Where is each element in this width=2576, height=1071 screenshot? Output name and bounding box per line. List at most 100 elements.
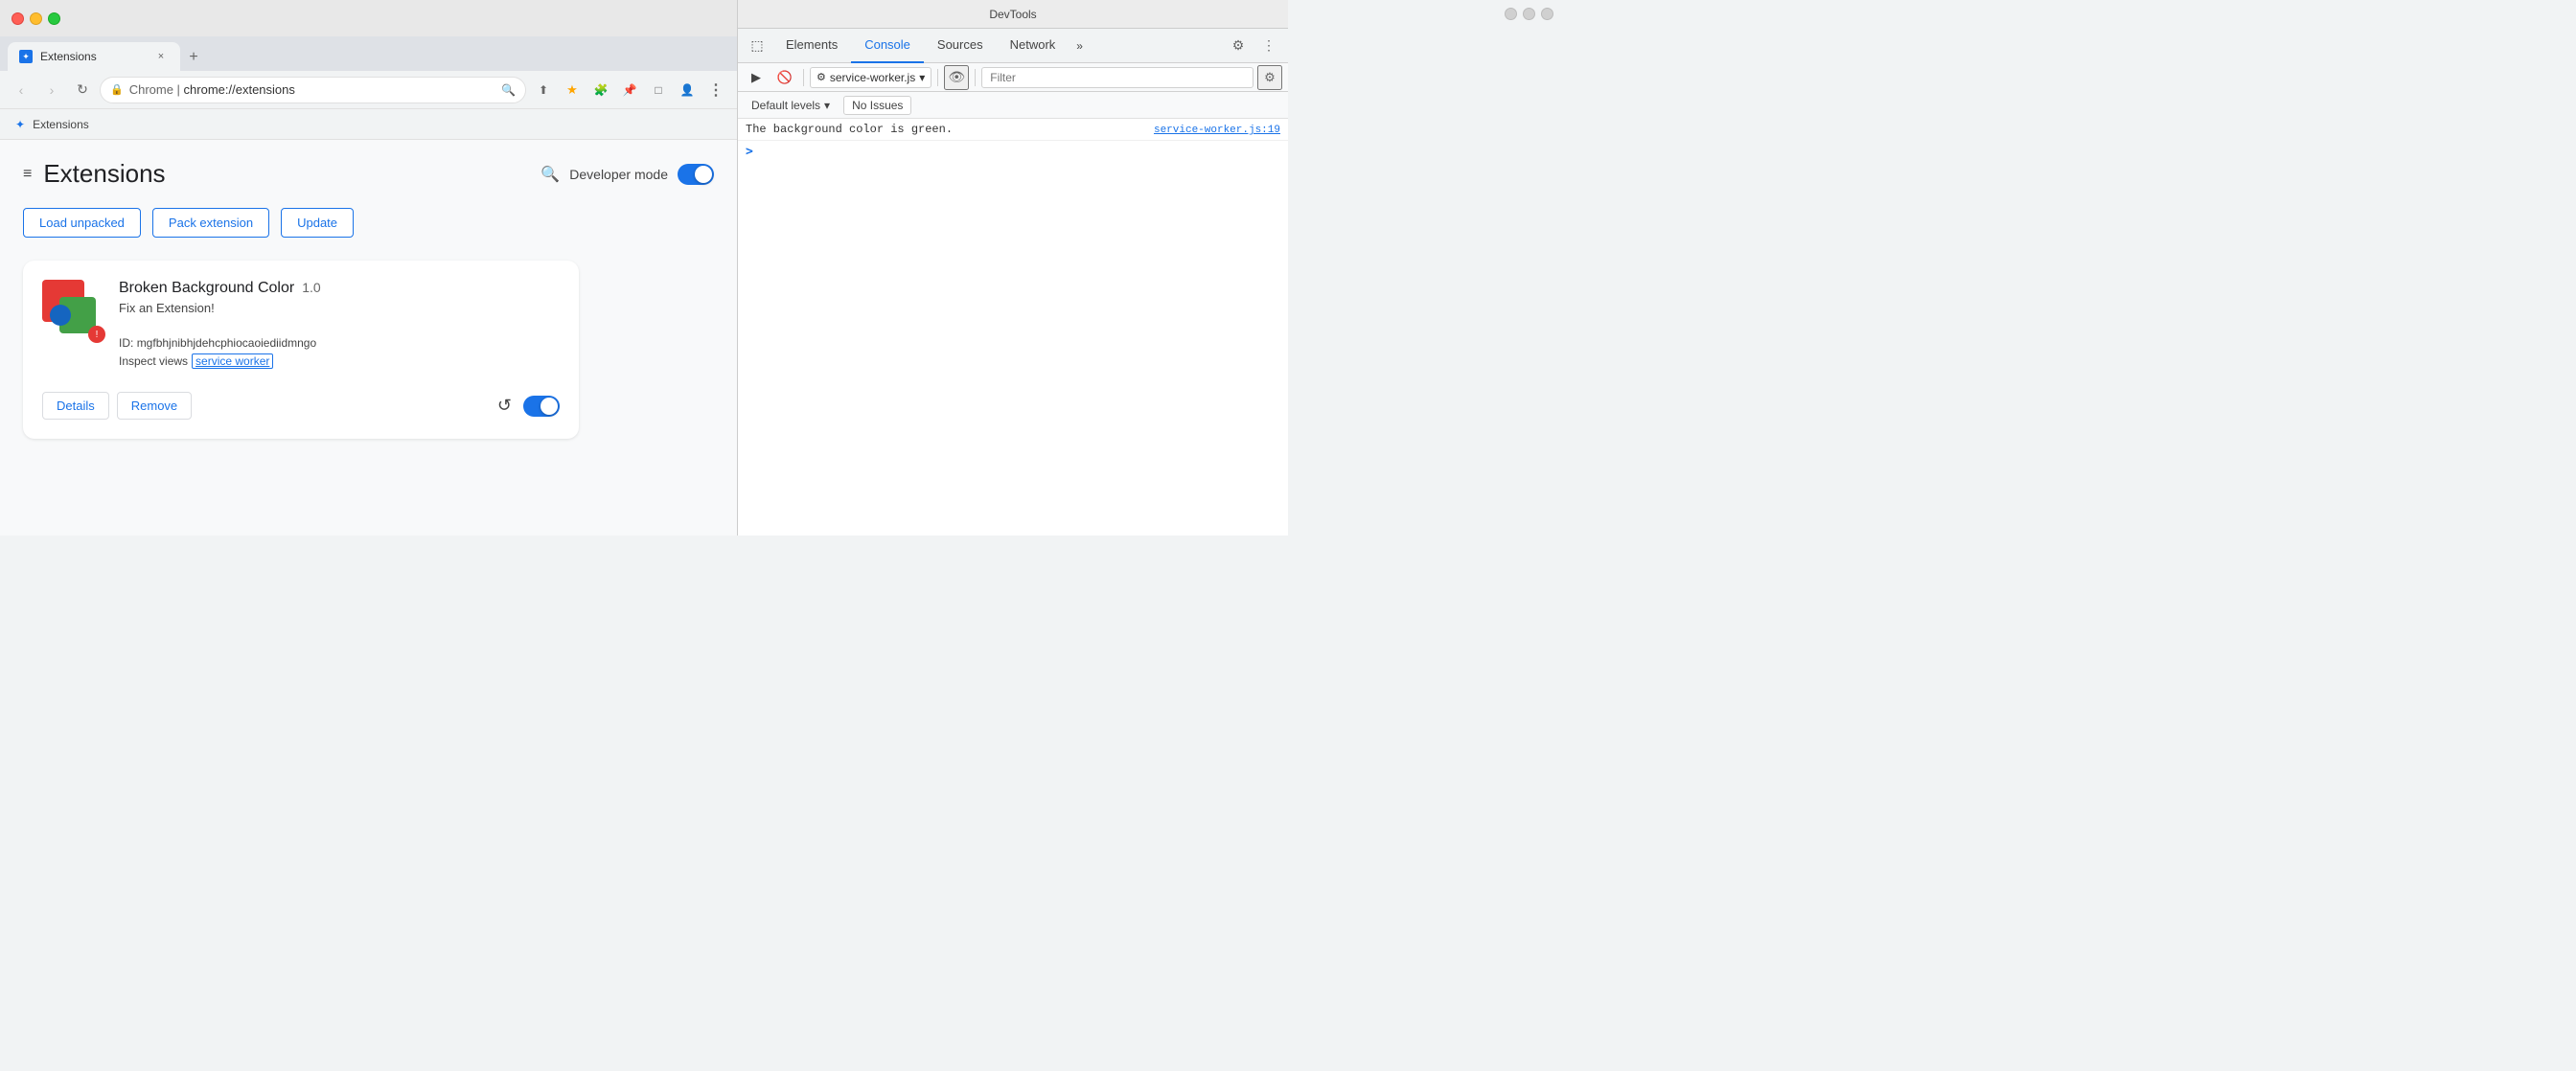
sidebar-toggle-button[interactable]: ≡ bbox=[23, 166, 32, 183]
maximize-traffic-light[interactable] bbox=[48, 12, 60, 25]
devtools-tab-bar: ⬚ Elements Console Sources Network » ⚙ ⋮ bbox=[738, 29, 1288, 63]
new-tab-button[interactable]: + bbox=[180, 44, 207, 71]
developer-mode-label: Developer mode bbox=[569, 167, 668, 182]
no-issues-button[interactable]: No Issues bbox=[843, 96, 911, 115]
console-clear-button[interactable]: ▶ bbox=[744, 65, 769, 90]
devtools-levels-bar: Default levels ▾ No Issues bbox=[738, 92, 1288, 119]
default-levels-label: Default levels bbox=[751, 99, 820, 112]
devtools-console-toolbar: ▶ 🚫 ⚙ service-worker.js ▾ 👁 ⚙ bbox=[738, 63, 1288, 92]
service-worker-link[interactable]: service worker bbox=[192, 353, 273, 369]
load-unpacked-button[interactable]: Load unpacked bbox=[23, 208, 141, 238]
console-log-line: The background color is green. service-w… bbox=[738, 119, 1288, 141]
tab-bar: ✦ Extensions × + bbox=[0, 36, 737, 71]
console-prompt-line[interactable]: > bbox=[738, 141, 1288, 163]
devtools-more-menu-button[interactable]: ⋮ bbox=[1254, 31, 1284, 61]
toolbar-divider bbox=[803, 69, 804, 86]
zoom-icon: 🔍 bbox=[501, 83, 516, 97]
action-buttons-area: Load unpacked Pack extension Update bbox=[23, 208, 714, 238]
extension-card-bottom: Details Remove ↺ bbox=[42, 384, 560, 420]
pin-button[interactable]: 📌 bbox=[616, 77, 643, 103]
extension-card-top: ! Broken Background Color 1.0 Fix an Ext… bbox=[42, 280, 560, 369]
developer-mode-toggle[interactable] bbox=[678, 164, 714, 185]
extension-action-buttons: Details Remove bbox=[42, 392, 192, 420]
default-levels-button[interactable]: Default levels ▾ bbox=[746, 97, 836, 114]
extension-id-value: mgfbhjnibhjdehcphiocaoiediidmngo bbox=[137, 336, 316, 350]
browser-menu-button[interactable]: ⋮ bbox=[702, 77, 729, 103]
tab-more-button[interactable]: » bbox=[1069, 29, 1091, 63]
source-context-selector[interactable]: ⚙ service-worker.js ▾ bbox=[810, 67, 932, 88]
back-button[interactable]: ‹ bbox=[8, 77, 34, 103]
traffic-lights bbox=[12, 12, 60, 25]
extension-enable-toggle[interactable] bbox=[523, 396, 560, 417]
devtools-title-label: DevTools bbox=[989, 8, 1036, 21]
devtools-title-bar: DevTools bbox=[738, 0, 1288, 29]
inspect-views-label: Inspect views bbox=[119, 354, 188, 368]
tab-sources[interactable]: Sources bbox=[924, 29, 997, 63]
extensions-page-content: ≡ Extensions 🔍 Developer mode Load unpac… bbox=[0, 140, 737, 536]
browser-window: ✦ Extensions × + ‹ › ↻ 🔒 Chrome | chrome… bbox=[0, 0, 738, 536]
tab-network[interactable]: Network bbox=[997, 29, 1070, 63]
address-protocol: Chrome | bbox=[129, 82, 184, 97]
extension-id-label: ID: bbox=[119, 336, 133, 350]
tab-console[interactable]: Console bbox=[851, 29, 924, 63]
extension-card: ! Broken Background Color 1.0 Fix an Ext… bbox=[23, 261, 579, 439]
toolbar-divider-3 bbox=[975, 69, 976, 86]
devtools-inspect-button[interactable]: ⬚ bbox=[742, 31, 772, 61]
close-traffic-light[interactable] bbox=[12, 12, 24, 25]
console-log-source[interactable]: service-worker.js:19 bbox=[1154, 125, 1280, 136]
tab-title: Extensions bbox=[40, 50, 146, 63]
page-title-area: ≡ Extensions bbox=[23, 159, 166, 189]
reload-button[interactable]: ↻ bbox=[69, 77, 96, 103]
details-button[interactable]: Details bbox=[42, 392, 109, 420]
breadcrumb-icon: ✦ bbox=[15, 118, 25, 131]
console-filter-input[interactable] bbox=[981, 67, 1254, 88]
source-dropdown-icon: ▾ bbox=[919, 71, 925, 84]
title-bar bbox=[0, 0, 737, 36]
breadcrumb-label: Extensions bbox=[33, 118, 89, 131]
breadcrumb: ✦ Extensions bbox=[0, 109, 737, 140]
nav-icons-area: ⬆ ★ 🧩 📌 □ 👤 ⋮ bbox=[530, 77, 729, 103]
console-eye-button[interactable]: 👁 bbox=[944, 65, 969, 90]
tab-elements[interactable]: Elements bbox=[772, 29, 851, 63]
extension-id: ID: mgfbhjnibhjdehcphiocaoiediidmngo bbox=[119, 336, 560, 350]
source-gear-icon: ⚙ bbox=[816, 71, 826, 83]
extensions-button[interactable]: 🧩 bbox=[587, 77, 614, 103]
devtools-traffic-lights bbox=[1505, 8, 1553, 20]
extension-name-row: Broken Background Color 1.0 bbox=[119, 280, 560, 297]
address-text: Chrome | chrome://extensions bbox=[129, 82, 495, 97]
browser-tab-extensions[interactable]: ✦ Extensions × bbox=[8, 42, 180, 71]
console-caret: > bbox=[746, 145, 753, 159]
profile-button[interactable]: 👤 bbox=[674, 77, 701, 103]
extension-error-badge: ! bbox=[88, 326, 105, 343]
devtools-tl-1[interactable] bbox=[1505, 8, 1517, 20]
address-bar[interactable]: 🔒 Chrome | chrome://extensions 🔍 bbox=[100, 77, 526, 103]
extension-name: Broken Background Color bbox=[119, 280, 294, 297]
bookmark-button[interactable]: ★ bbox=[559, 77, 586, 103]
console-settings-button[interactable]: ⚙ bbox=[1257, 65, 1282, 90]
extension-right-controls: ↺ bbox=[497, 396, 560, 417]
devtools-tl-3[interactable] bbox=[1541, 8, 1553, 20]
extension-icon-bg bbox=[42, 280, 96, 333]
reload-extension-icon[interactable]: ↺ bbox=[497, 396, 512, 416]
update-button[interactable]: Update bbox=[281, 208, 354, 238]
navigation-bar: ‹ › ↻ 🔒 Chrome | chrome://extensions 🔍 ⬆… bbox=[0, 71, 737, 109]
page-title: Extensions bbox=[43, 159, 165, 189]
forward-button[interactable]: › bbox=[38, 77, 65, 103]
console-log-text: The background color is green. bbox=[746, 123, 1146, 136]
layout-button[interactable]: □ bbox=[645, 77, 672, 103]
console-stop-button[interactable]: 🚫 bbox=[772, 65, 797, 90]
devtools-settings-button[interactable]: ⚙ bbox=[1223, 31, 1254, 61]
extension-icon: ! bbox=[42, 280, 104, 341]
source-label: service-worker.js bbox=[830, 71, 915, 84]
remove-button[interactable]: Remove bbox=[117, 392, 192, 420]
tab-close-button[interactable]: × bbox=[153, 49, 169, 64]
toolbar-divider-2 bbox=[937, 69, 938, 86]
console-output-area: The background color is green. service-w… bbox=[738, 119, 1288, 536]
share-button[interactable]: ⬆ bbox=[530, 77, 557, 103]
developer-mode-area: 🔍 Developer mode bbox=[540, 164, 714, 185]
page-search-icon[interactable]: 🔍 bbox=[540, 165, 560, 184]
minimize-traffic-light[interactable] bbox=[30, 12, 42, 25]
pack-extension-button[interactable]: Pack extension bbox=[152, 208, 269, 238]
extension-version: 1.0 bbox=[302, 280, 320, 295]
devtools-tl-2[interactable] bbox=[1523, 8, 1535, 20]
